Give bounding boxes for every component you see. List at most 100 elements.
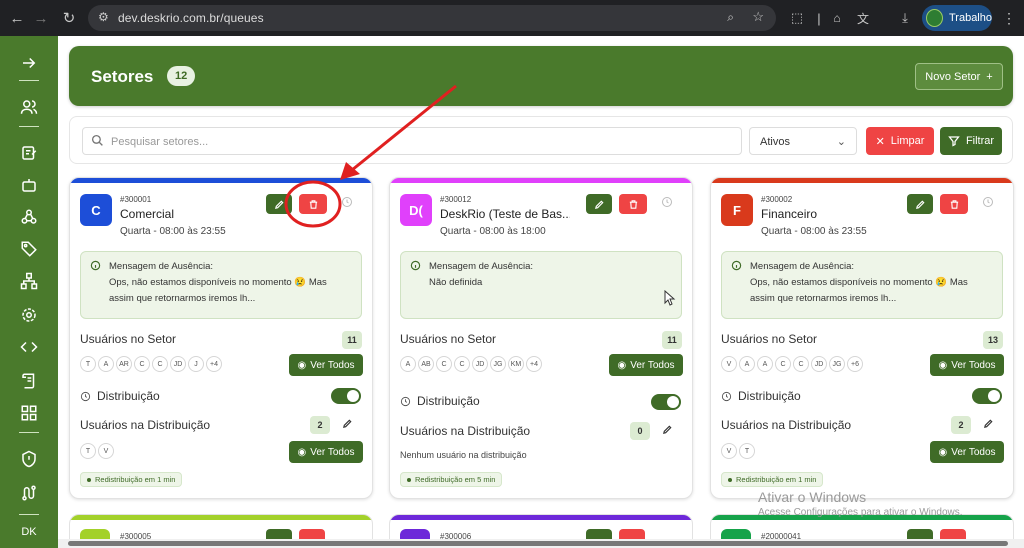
status-select[interactable]: Ativos ⌄ <box>749 127 857 155</box>
delete-button[interactable] <box>619 194 647 214</box>
away-message-title: Mensagem de Ausência: <box>429 259 673 275</box>
extensions-icon[interactable]: ⬚ <box>786 7 808 29</box>
status-dot <box>407 478 411 482</box>
sidebar-divider <box>19 80 39 81</box>
network-icon[interactable] <box>18 270 40 292</box>
users-in-sector-title: Usuários no Setor <box>721 332 817 346</box>
clear-button[interactable]: ✕ Limpar <box>866 127 934 155</box>
clock-icon <box>400 396 411 407</box>
incognito-icon[interactable]: ⌂ <box>826 7 848 29</box>
clock-icon[interactable] <box>661 196 673 208</box>
user-initials[interactable]: DK <box>0 526 58 538</box>
view-all-distribution-button[interactable]: ◉Ver Todos <box>289 441 363 463</box>
view-all-users-button[interactable]: ◉Ver Todos <box>930 354 1004 376</box>
tags-icon[interactable] <box>18 238 40 260</box>
distribution-toggle[interactable] <box>651 394 681 410</box>
distribution-toggle[interactable] <box>331 388 361 404</box>
watermark-line-1: Ativar o Windows <box>758 489 963 505</box>
page-header: Setores 12 Novo Setor + <box>69 46 1013 106</box>
bookmark-star-icon[interactable]: ☆ <box>752 9 764 25</box>
search-input[interactable] <box>111 132 731 152</box>
menu-dots-icon[interactable]: ⋮ <box>998 7 1020 29</box>
horizontal-scrollbar[interactable] <box>58 539 1024 548</box>
user-avatar-chip: T <box>739 443 755 459</box>
edit-note-icon[interactable] <box>18 142 40 164</box>
user-avatar-chip: A <box>98 356 114 372</box>
filter-label: Filtrar <box>966 135 994 147</box>
delete-button[interactable] <box>299 194 327 214</box>
redistribution-badge: Redistribuição em 1 min <box>80 472 182 487</box>
eye-icon: ◉ <box>617 360 626 371</box>
away-message-text: Ops, não estamos disponíveis no momento … <box>109 275 353 307</box>
users-count-badge: 13 <box>983 331 1003 349</box>
edit-distribution-pencil-icon[interactable] <box>342 418 353 429</box>
clock-icon[interactable] <box>341 196 353 208</box>
view-all-distribution-button[interactable]: ◉Ver Todos <box>930 441 1004 463</box>
user-avatars: AABCCJDJGKM+4 <box>400 356 544 374</box>
scrollbar-thumb[interactable] <box>68 541 1008 546</box>
filter-bar: Ativos ⌄ ✕ Limpar Filtrar <box>69 116 1013 164</box>
distribution-users-title: Usuários na Distribuição <box>80 418 210 432</box>
users-icon[interactable] <box>18 96 40 118</box>
distribution-toggle[interactable] <box>972 388 1002 404</box>
back-icon[interactable]: ← <box>6 7 28 29</box>
user-avatar-chip: A <box>757 356 773 372</box>
view-all-users-button[interactable]: ◉Ver Todos <box>289 354 363 376</box>
status-dot <box>728 478 732 482</box>
bot-icon[interactable] <box>18 174 40 196</box>
new-sector-button[interactable]: Novo Setor + <box>915 63 1003 90</box>
scroll-icon[interactable] <box>18 370 40 392</box>
user-avatar-chip: A <box>400 356 416 372</box>
user-avatar-chip: C <box>793 356 809 372</box>
user-avatar-chip: V <box>721 356 737 372</box>
sidebar-divider <box>19 432 39 433</box>
shield-alert-icon[interactable] <box>18 448 40 470</box>
more-users-chip: +4 <box>206 356 222 372</box>
delete-button[interactable] <box>940 194 968 214</box>
edit-button[interactable] <box>586 194 612 214</box>
user-avatar-chip: AR <box>116 356 132 372</box>
redistribution-text: Redistribuição em 1 min <box>95 475 175 484</box>
sector-hours: Quarta - 08:00 às 23:55 <box>120 226 226 237</box>
user-avatar-chip: JG <box>490 356 506 372</box>
route-icon[interactable] <box>18 482 40 504</box>
sector-avatar: C <box>80 194 112 226</box>
profile-button[interactable]: Trabalho <box>922 5 992 31</box>
sector-card: F #300002 Financeiro Quarta - 08:00 às 2… <box>710 177 1014 499</box>
settings-icon[interactable] <box>18 304 40 326</box>
sector-count-badge: 12 <box>167 66 195 86</box>
away-message-text: Ops, não estamos disponíveis no momento … <box>750 275 994 307</box>
view-all-users-button[interactable]: ◉Ver Todos <box>609 354 683 376</box>
search-box[interactable] <box>82 127 742 155</box>
arrow-right-icon[interactable] <box>18 52 40 74</box>
distribution-count-badge: 2 <box>310 416 330 434</box>
sidebar: DK <box>0 36 58 548</box>
sector-id: #300012 <box>440 195 471 204</box>
forward-icon[interactable]: → <box>30 7 52 29</box>
edit-distribution-pencil-icon[interactable] <box>662 424 673 435</box>
distribution-count-badge: 2 <box>951 416 971 434</box>
sector-avatar: D( <box>400 194 432 226</box>
reload-icon[interactable]: ↻ <box>58 7 80 29</box>
filter-button[interactable]: Filtrar <box>940 127 1002 155</box>
edit-button[interactable] <box>907 194 933 214</box>
clear-label: Limpar <box>891 135 925 147</box>
webhook-icon[interactable] <box>18 206 40 228</box>
user-avatar-chip: T <box>80 356 96 372</box>
clock-icon[interactable] <box>982 196 994 208</box>
translate-icon[interactable]: 文 <box>852 7 874 29</box>
download-icon[interactable]: ⤓ <box>894 7 916 29</box>
zoom-icon[interactable]: ⌕ <box>727 10 734 25</box>
edit-distribution-pencil-icon[interactable] <box>983 418 994 429</box>
user-avatar-chip: V <box>721 443 737 459</box>
grid-icon[interactable] <box>18 402 40 424</box>
edit-button[interactable] <box>266 194 292 214</box>
code-icon[interactable] <box>18 336 40 358</box>
new-sector-label: Novo Setor <box>925 71 980 83</box>
sector-hours: Quarta - 08:00 às 23:55 <box>761 226 867 237</box>
profile-avatar <box>926 9 943 27</box>
info-icon <box>731 260 742 271</box>
user-avatar-chip: JG <box>829 356 845 372</box>
address-bar[interactable]: ⚙ dev.deskrio.com.br/queues ⌕ ☆ <box>88 5 776 31</box>
site-info-icon[interactable]: ⚙ <box>98 10 109 24</box>
